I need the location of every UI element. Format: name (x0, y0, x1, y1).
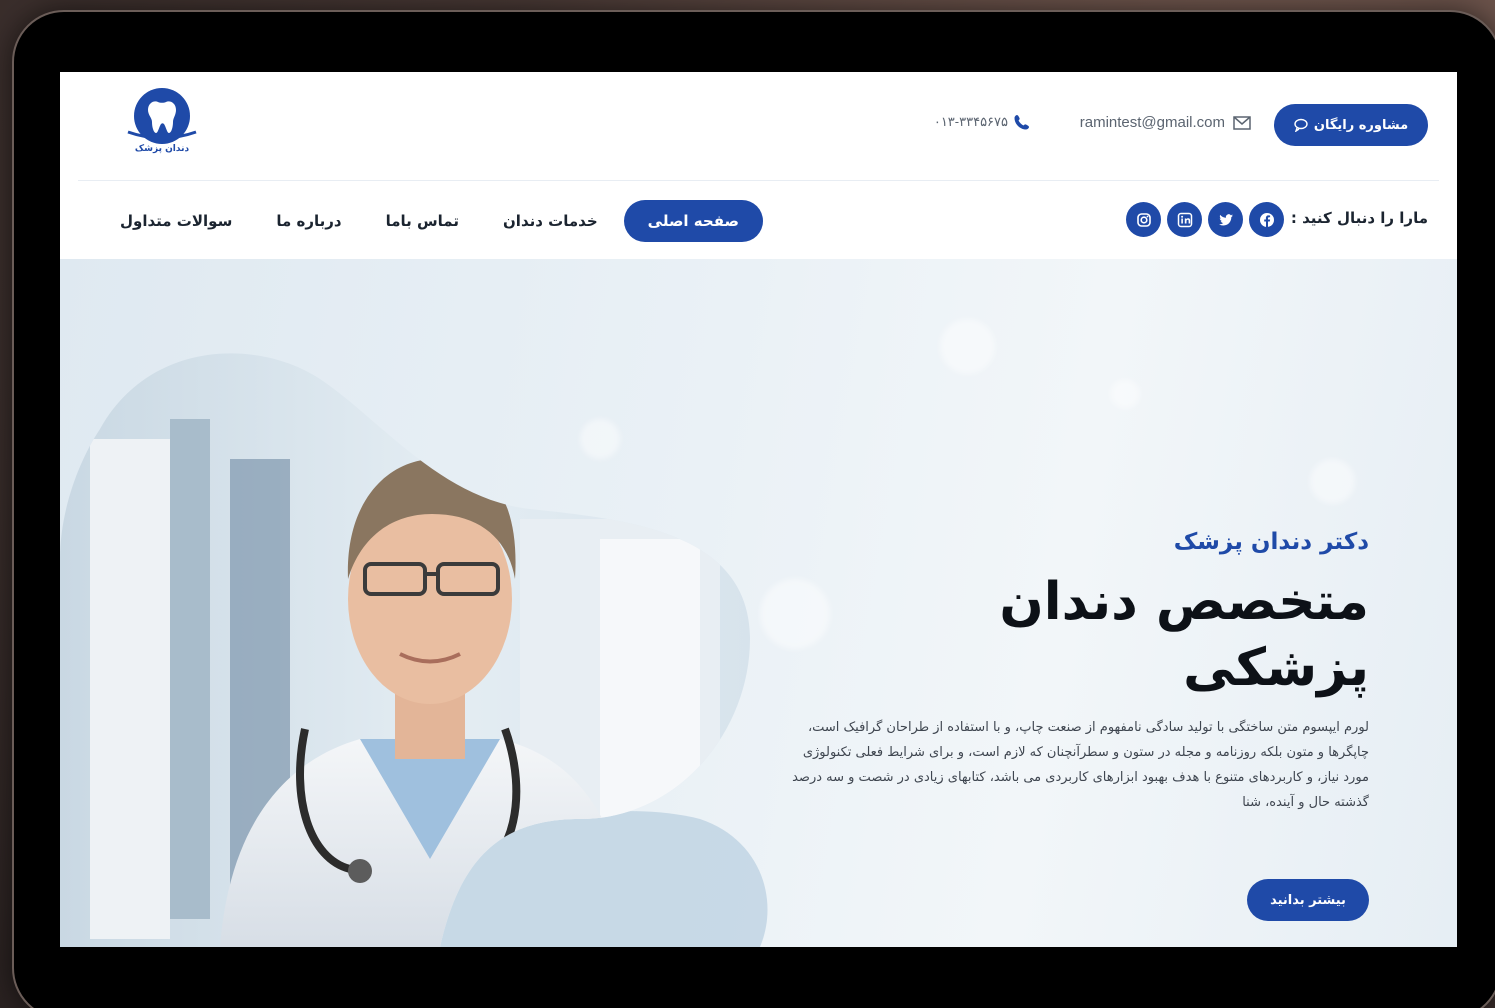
mail-icon (1233, 115, 1251, 130)
nav-item-contact[interactable]: تماس باما (364, 200, 481, 242)
main-nav: سوالات متداول درباره ما تماس باما خدمات … (98, 200, 763, 242)
facebook-icon (1259, 212, 1274, 227)
consult-label: مشاوره رایگان (1313, 117, 1409, 133)
hero-text-block: دکتر دندان پزشک متخصص دندان پزشکی لورم ا… (779, 529, 1369, 815)
twitter-icon (1218, 213, 1233, 225)
top-bar: دندان پزشک ۰۱۳-۳۳۴۵۶۷۵ ramintest@gmail.c… (60, 72, 1457, 180)
hero-section: دکتر دندان پزشک متخصص دندان پزشکی لورم ا… (60, 259, 1457, 947)
nav-item-about[interactable]: درباره ما (254, 200, 363, 242)
hero-description: لورم ایپسوم متن ساختگی با تولید سادگی نا… (792, 720, 1369, 810)
social-links (1126, 202, 1284, 237)
logo[interactable]: دندان پزشک (118, 84, 206, 164)
nav-bar: سوالات متداول درباره ما تماس باما خدمات … (60, 181, 1457, 259)
phone-contact[interactable]: ۰۱۳-۳۳۴۵۶۷۵ (934, 114, 1030, 130)
bokeh (1110, 379, 1140, 409)
logo-text: دندان پزشک (134, 144, 190, 154)
bokeh (940, 319, 995, 374)
free-consultation-button[interactable]: مشاوره رایگان (1274, 104, 1428, 146)
phone-number: ۰۱۳-۳۳۴۵۶۷۵ (933, 114, 1008, 129)
hero-title-line-1: متخصص دندان (999, 572, 1369, 632)
hero-title-line-2: پزشکی (1183, 638, 1369, 698)
chat-icon (1294, 118, 1308, 132)
nav-item-services[interactable]: خدمات دندان (481, 200, 620, 242)
linkedin-icon (1177, 212, 1192, 227)
follow-us-label: مارا را دنبال کنید : (1290, 209, 1428, 227)
linkedin-link[interactable] (1167, 202, 1202, 237)
browser-screen: دندان پزشک ۰۱۳-۳۳۴۵۶۷۵ ramintest@gmail.c… (60, 72, 1457, 947)
phone-icon (1014, 115, 1029, 130)
twitter-link[interactable] (1208, 202, 1243, 237)
learn-more-button[interactable]: بیشتر بدانید (1247, 879, 1369, 921)
hero-title: متخصص دندان پزشکی (779, 569, 1369, 701)
nav-item-faq[interactable]: سوالات متداول (98, 200, 254, 242)
email-contact[interactable]: ramintest@gmail.com (1080, 114, 1251, 131)
nav-item-home[interactable]: صفحه اصلی (623, 200, 763, 242)
doctor-photo (60, 353, 768, 947)
email-address: ramintest@gmail.com (1079, 114, 1225, 131)
facebook-link[interactable] (1249, 202, 1284, 237)
instagram-icon (1136, 212, 1151, 227)
bokeh (1310, 459, 1355, 504)
tooth-logo-icon (127, 88, 197, 144)
hero-subtitle: دکتر دندان پزشک (1173, 529, 1369, 555)
instagram-link[interactable] (1126, 202, 1161, 237)
